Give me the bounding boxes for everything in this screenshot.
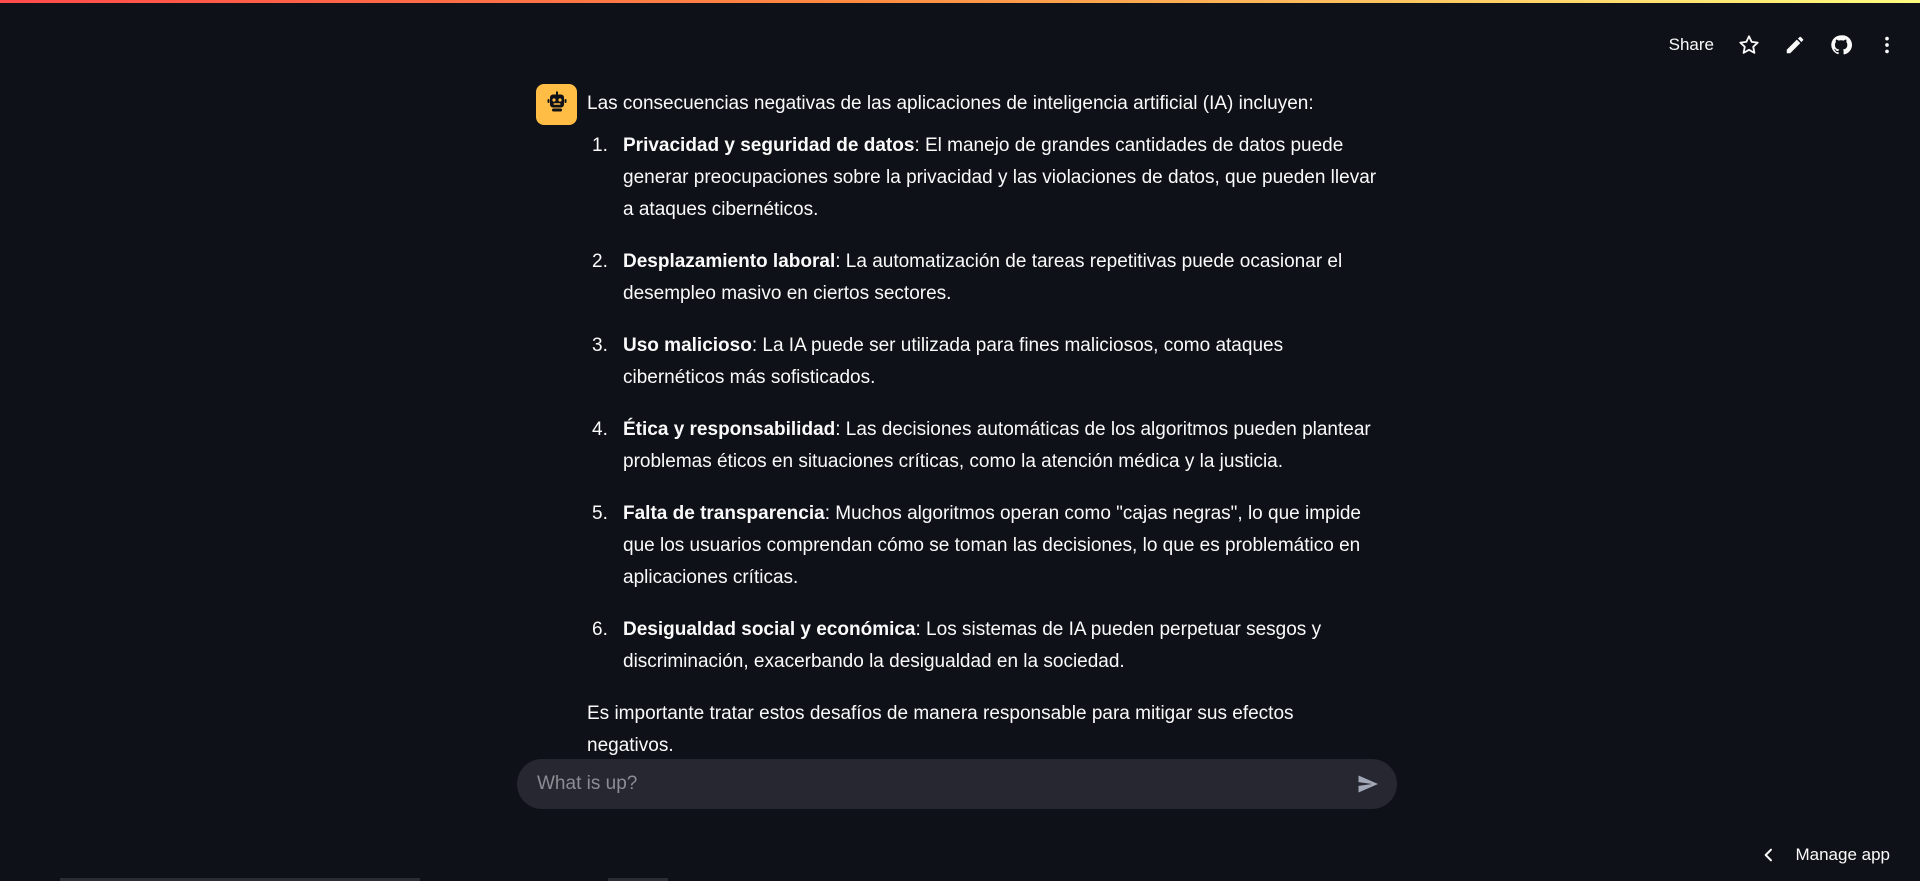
send-icon	[1358, 775, 1378, 793]
robot-icon	[545, 90, 569, 119]
manage-app-button[interactable]: Manage app	[1761, 845, 1890, 865]
assistant-message: Las consecuencias negativas de las aplic…	[536, 84, 1384, 762]
send-button[interactable]	[1353, 769, 1383, 799]
list-item: 2. Desplazamiento laboral: La automatizac…	[592, 251, 1343, 304]
list-item: 6. Desigualdad social y económica: Los si…	[592, 619, 1322, 672]
chevron-left-icon	[1765, 848, 1773, 862]
item-title: Ética y responsabilidad	[623, 419, 836, 440]
item-title: Desigualdad social y económica	[623, 619, 916, 640]
assistant-avatar	[536, 84, 577, 125]
top-decoration-bar	[0, 0, 1920, 3]
item-title: Uso malicioso	[623, 335, 752, 356]
message-intro: Las consecuencias negativas de las aplic…	[587, 93, 1314, 114]
list-item: 4. Ética y responsabilidad: Las decisione…	[592, 419, 1371, 472]
manage-app-label: Manage app	[1795, 845, 1890, 864]
more-vertical-icon[interactable]	[1876, 34, 1898, 56]
item-title: Falta de transparencia	[623, 503, 825, 524]
list-item: 1. Privacidad y seguridad de datos: El ma…	[592, 135, 1377, 220]
chat-input[interactable]	[517, 772, 1353, 796]
consequences-list: 1. Privacidad y seguridad de datos: El ma…	[587, 130, 1384, 678]
message-content: Las consecuencias negativas de las aplic…	[587, 84, 1384, 762]
share-button[interactable]: Share	[1669, 35, 1714, 55]
header-toolbar: Share	[1669, 28, 1898, 62]
star-icon[interactable]	[1738, 34, 1760, 56]
message-outro: Es importante tratar estos desafíos de m…	[587, 703, 1294, 756]
chat-input-container	[517, 759, 1397, 809]
chat-container: Las consecuencias negativas de las aplic…	[536, 84, 1384, 762]
item-title: Desplazamiento laboral	[623, 251, 836, 272]
item-title: Privacidad y seguridad de datos	[623, 135, 915, 156]
list-item: 5. Falta de transparencia: Muchos algorit…	[592, 503, 1361, 588]
github-icon[interactable]	[1830, 34, 1852, 56]
pencil-icon[interactable]	[1784, 34, 1806, 56]
list-item: 3. Uso malicioso: La IA puede ser utiliza…	[592, 335, 1284, 388]
